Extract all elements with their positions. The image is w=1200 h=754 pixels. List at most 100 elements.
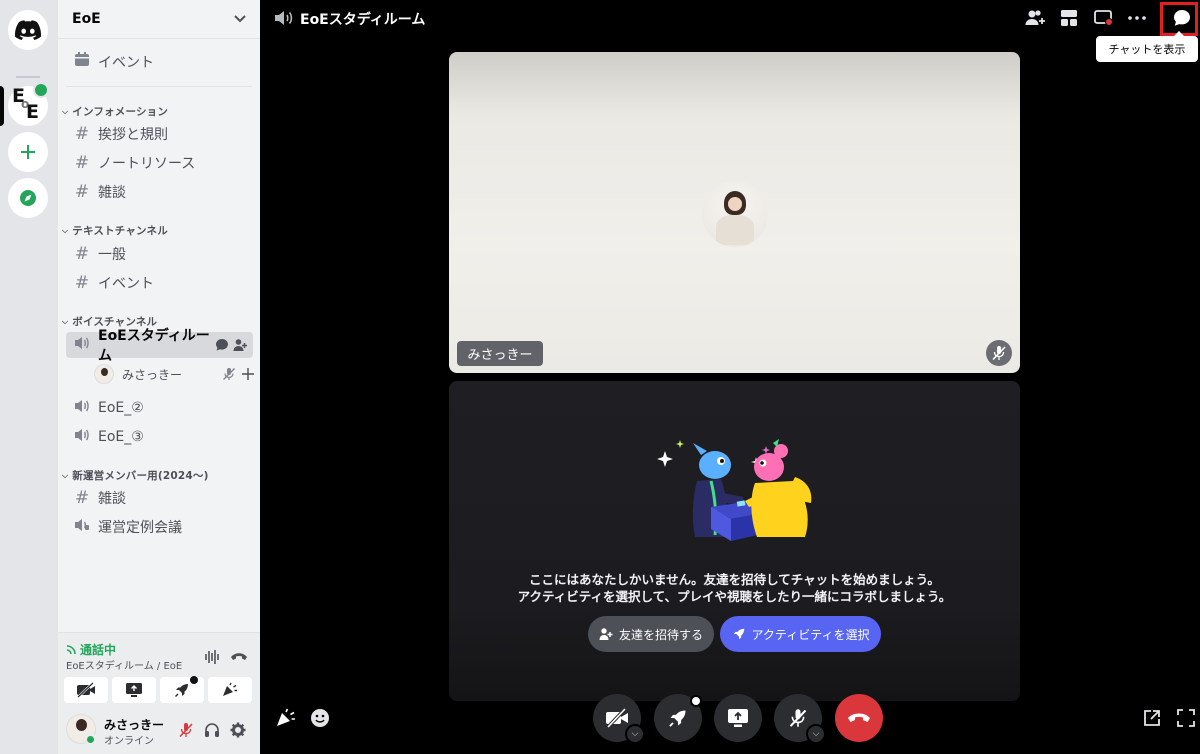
events-link[interactable]: イベント [66,49,253,75]
chevron-down-icon[interactable]: ⌵ [625,724,645,744]
screen-share-button[interactable] [112,677,156,703]
soundboard-button[interactable] [274,706,298,730]
channel-chat[interactable]: # 雑談 [66,179,253,205]
empty-state-tile: ここにはあなたしかいません。友達を招待してチャットを始めましょう。 アクティビテ… [449,381,1020,701]
fullscreen-icon [1177,709,1195,727]
disconnect-button[interactable] [835,694,883,742]
chat-bubble-icon[interactable] [215,338,229,352]
hashtag-icon: # [74,488,90,508]
channel-events[interactable]: # イベント [66,270,253,296]
channel-greetings[interactable]: # 挨拶と規則 [66,121,253,147]
gear-icon[interactable] [228,720,248,740]
screen-share-button[interactable] [714,694,762,742]
soundboard-button[interactable] [208,677,252,703]
layout-grid-button[interactable] [1057,6,1081,30]
camera-toggle-button[interactable]: ⌵ [593,694,645,744]
user-name[interactable]: みさっきー [104,716,164,733]
noise-suppression-icon[interactable] [204,649,222,665]
selected-server-indicator [0,86,4,126]
add-people-icon [1025,10,1045,25]
hang-up-icon [848,713,870,722]
chevron-down-icon[interactable]: ⌵ [806,724,826,744]
emoji-button[interactable] [308,706,332,730]
chevron-down-icon: ⌵ [62,106,69,116]
hashtag-icon: # [74,273,90,293]
rail-separator [16,76,40,78]
activity-dot [190,676,198,684]
voice-connected-panel: 通話中 EoEスタディルーム / EoE [58,632,260,704]
grid-layout-icon [1061,10,1077,26]
activity-dot [690,695,702,707]
server-header[interactable]: EoE [58,0,260,39]
hide-self-video-button[interactable] [1092,6,1116,30]
headphones-icon[interactable] [202,720,222,740]
hashtag-icon: # [74,244,90,264]
mic-muted-icon [789,709,807,727]
add-server-icon[interactable] [8,132,48,172]
rocket-icon [175,684,188,697]
screen-record-icon [1094,10,1113,26]
channel-staff-chat[interactable]: # 雑談 [66,485,253,511]
speaker-icon [275,11,293,25]
sidebar-divider [66,86,252,87]
category-information[interactable]: ⌵ インフォメーション [62,104,168,119]
screen-share-icon [728,709,748,727]
choose-activity-button[interactable]: アクティビティを選択 [720,616,881,652]
server-rail: E o E [0,0,58,754]
activity-button[interactable] [160,676,204,703]
hashtag-icon: # [74,153,90,173]
speaker-icon [72,398,92,418]
more-dots-icon [1128,16,1146,20]
more-options-button[interactable] [1125,6,1149,30]
avatar [94,364,114,384]
emoji-icon [311,709,329,727]
voice-location[interactable]: EoEスタディルーム / EoE [66,657,182,672]
show-chat-tooltip: チャットを表示 [1096,31,1198,62]
rocket-icon [669,710,686,727]
mic-toggle-button[interactable]: ⌵ [774,694,826,744]
user-status: オンライン [104,736,154,747]
invite-friends-button[interactable]: 友達を招待する [588,616,714,652]
pop-out-button[interactable] [1140,706,1164,730]
invite-to-voice-button[interactable] [1024,6,1048,30]
fullscreen-button[interactable] [1174,706,1198,730]
voice-active-badge [33,82,49,98]
pop-out-icon [1144,710,1160,726]
voice-channel-study-room[interactable]: EoEスタディルーム [66,328,253,364]
disconnect-icon[interactable] [230,651,248,663]
voice-channel-eoe-2[interactable]: EoE_② [66,395,253,421]
chevron-down-icon: ⌵ [62,470,69,480]
channel-note-resources[interactable]: # ノートリソース [66,150,253,176]
empty-state-line-2: アクティビティを選択して、プレイや視聴をしたり一緒にコラボしましょう。 [517,589,952,604]
category-text-channels[interactable]: ⌵ テキストチャンネル [62,223,168,238]
chevron-down-icon [234,15,246,23]
voice-status[interactable]: 通話中 [80,641,116,658]
speaker-lock-icon [72,517,92,537]
mic-muted-icon [223,368,235,380]
plus-icon[interactable] [242,368,254,380]
discord-home-icon[interactable] [8,10,48,50]
voice-participant[interactable]: みさっきー [94,362,254,386]
rocket-icon [733,628,744,640]
invite-user-icon[interactable] [233,338,247,352]
camera-off-button[interactable] [64,677,108,703]
online-status-dot [85,734,96,745]
participant-avatar [702,181,768,247]
activity-launch-button[interactable] [654,694,702,742]
camera-off-icon [606,708,628,728]
calendar-icon [72,52,92,72]
soundboard-icon [223,682,237,696]
participant-name-tag: みさっきー [457,341,543,366]
voice-channel-staff-meeting[interactable]: 運営定例会議 [66,514,253,540]
hashtag-icon: # [74,124,90,144]
voice-channel-eoe-3[interactable]: EoE_③ [66,424,253,450]
explore-compass-icon[interactable] [8,178,48,218]
category-new-staff[interactable]: ⌵ 新運営メンバー用(2024〜) [62,468,209,483]
speaker-icon [72,427,92,447]
invite-user-icon [599,628,613,640]
friends-illustration [657,439,812,541]
mic-muted-icon[interactable] [176,720,196,740]
channel-general[interactable]: # 一般 [66,241,253,267]
participant-tile[interactable]: みさっきー [449,52,1020,373]
speaker-icon [72,335,92,355]
